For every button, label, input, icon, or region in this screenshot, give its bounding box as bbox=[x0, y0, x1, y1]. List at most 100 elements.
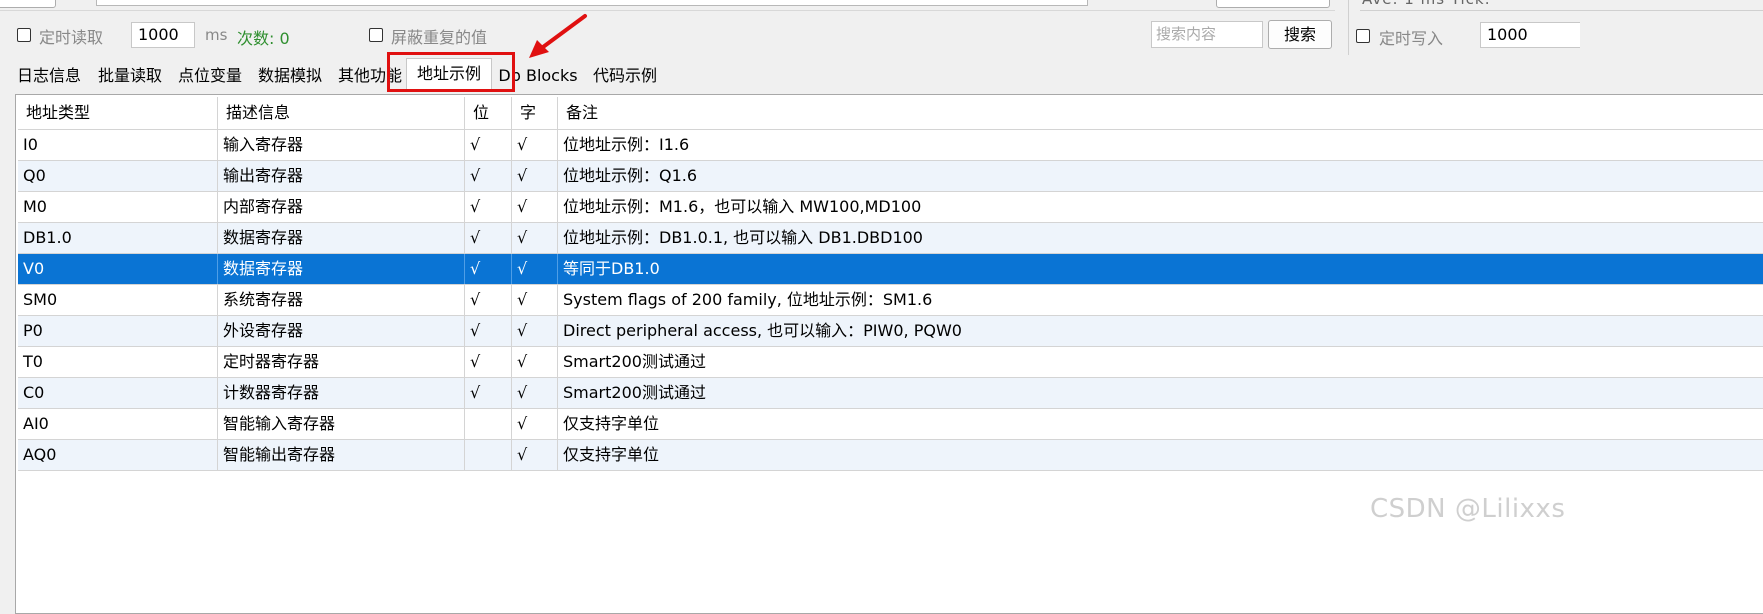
stats-readout: Ave: 1 ms Tick: bbox=[1362, 0, 1491, 8]
cell-note: 等同于DB1.0 bbox=[563, 259, 660, 278]
cell-desc: 系统寄存器 bbox=[218, 285, 465, 315]
tab-log[interactable]: 日志信息 bbox=[10, 62, 88, 92]
table-row[interactable]: AQ0 智能输出寄存器 √ 仅支持字单位 bbox=[18, 440, 1763, 471]
table-row[interactable]: T0 定时器寄存器 √ √ Smart200测试通过 bbox=[18, 347, 1763, 378]
cell-bit: √ bbox=[465, 161, 512, 191]
timed-write-checkbox[interactable] bbox=[1356, 29, 1370, 43]
cell-type: SM0 bbox=[18, 285, 218, 315]
cell-desc: 输出寄存器 bbox=[218, 161, 465, 191]
cell-word: √ bbox=[512, 409, 558, 439]
table-row[interactable]: P0 外设寄存器 √ √ Direct peripheral access, 也… bbox=[18, 316, 1763, 347]
cell-type: Q0 bbox=[18, 161, 218, 191]
cell-desc: 智能输入寄存器 bbox=[218, 409, 465, 439]
divider bbox=[1348, 0, 1349, 55]
tab-points[interactable]: 点位变量 bbox=[174, 62, 246, 92]
cell-bit bbox=[465, 409, 512, 439]
table-row[interactable]: M0 内部寄存器 √ √ 位地址示例：M1.6，也可以输入 MW100,MD10… bbox=[18, 192, 1763, 223]
cell-type: DB1.0 bbox=[18, 223, 218, 253]
cell-word: √ bbox=[512, 440, 558, 470]
table-row-selected[interactable]: V0 数据寄存器 √ √ 等同于DB1.0 bbox=[18, 254, 1763, 285]
cell-desc: 智能输出寄存器 bbox=[218, 440, 465, 470]
cell-desc: 计数器寄存器 bbox=[218, 378, 465, 408]
cell-note: Smart200测试通过 bbox=[563, 383, 706, 402]
cell-bit: √ bbox=[465, 316, 512, 346]
cell-bit: √ bbox=[465, 347, 512, 377]
cell-desc: 外设寄存器 bbox=[218, 316, 465, 346]
cell-word: √ bbox=[512, 192, 558, 222]
table-row[interactable]: DB1.0 数据寄存器 √ √ 位地址示例：DB1.0.1, 也可以输入 DB1… bbox=[18, 223, 1763, 254]
cell-bit: √ bbox=[465, 192, 512, 222]
cell-type: AQ0 bbox=[18, 440, 218, 470]
cell-type: I0 bbox=[18, 130, 218, 160]
table-header: 地址类型 描述信息 位 字 备注 bbox=[18, 97, 1763, 130]
top-address-input[interactable] bbox=[96, 0, 1088, 6]
cell-note: System flags of 200 family, 位地址示例：SM1.6 bbox=[563, 290, 933, 309]
write-interval-input[interactable]: 1000 bbox=[1480, 22, 1580, 48]
highlight-box bbox=[387, 52, 515, 92]
cell-type: P0 bbox=[18, 316, 218, 346]
table-row[interactable]: SM0 系统寄存器 √ √ System flags of 200 family… bbox=[18, 285, 1763, 316]
table-row[interactable]: AI0 智能输入寄存器 √ 仅支持字单位 bbox=[18, 409, 1763, 440]
red-arrow-icon bbox=[529, 14, 587, 58]
timed-read-checkbox[interactable] bbox=[17, 28, 31, 42]
cell-word: √ bbox=[512, 285, 558, 315]
cell-word: √ bbox=[512, 316, 558, 346]
cell-note: Smart200测试通过 bbox=[563, 352, 706, 371]
col-header-bit[interactable]: 位 bbox=[465, 97, 512, 129]
cell-word: √ bbox=[512, 130, 558, 160]
cell-bit: √ bbox=[465, 223, 512, 253]
table-row[interactable]: I0 输入寄存器 √ √ 位地址示例：I1.6 bbox=[18, 130, 1763, 161]
cell-desc: 数据寄存器 bbox=[218, 254, 465, 284]
cell-bit bbox=[465, 440, 512, 470]
col-header-note[interactable]: 备注 bbox=[558, 97, 1763, 129]
cell-word: √ bbox=[512, 254, 558, 284]
top-right-button[interactable] bbox=[1216, 0, 1330, 8]
cell-word: √ bbox=[512, 223, 558, 253]
divider bbox=[0, 10, 1335, 11]
mask-duplicates-label: 屏蔽重复的值 bbox=[391, 28, 488, 47]
table-row[interactable]: C0 计数器寄存器 √ √ Smart200测试通过 bbox=[18, 378, 1763, 409]
watermark: CSDN @Lilixxs bbox=[1370, 494, 1566, 524]
cell-bit: √ bbox=[465, 130, 512, 160]
timed-write-label: 定时写入 bbox=[1379, 29, 1444, 48]
search-button[interactable]: 搜索 bbox=[1268, 20, 1332, 49]
cell-desc: 输入寄存器 bbox=[218, 130, 465, 160]
tab-batch-read[interactable]: 批量读取 bbox=[94, 62, 166, 92]
tab-code-examples[interactable]: 代码示例 bbox=[590, 62, 660, 92]
ms-label: ms bbox=[205, 26, 228, 44]
cell-word: √ bbox=[512, 161, 558, 191]
mask-duplicates-checkbox[interactable] bbox=[369, 28, 383, 42]
search-input[interactable]: 搜索内容 bbox=[1151, 21, 1263, 48]
interval-input[interactable]: 1000 bbox=[131, 22, 195, 48]
cell-bit: √ bbox=[465, 254, 512, 284]
cell-type: C0 bbox=[18, 378, 218, 408]
table-row[interactable]: Q0 输出寄存器 √ √ 位地址示例：Q1.6 bbox=[18, 161, 1763, 192]
top-left-button[interactable] bbox=[0, 0, 56, 8]
cell-type: M0 bbox=[18, 192, 218, 222]
cell-bit: √ bbox=[465, 285, 512, 315]
cell-note: 位地址示例：DB1.0.1, 也可以输入 DB1.DBD100 bbox=[563, 228, 923, 247]
cell-desc: 数据寄存器 bbox=[218, 223, 465, 253]
tab-data-sim[interactable]: 数据模拟 bbox=[254, 62, 326, 92]
top-strip: Ave: 1 ms Tick: bbox=[0, 0, 1763, 10]
read-count: 次数: 0 bbox=[237, 29, 290, 48]
timed-read-label: 定时读取 bbox=[39, 28, 104, 47]
cell-note: 位地址示例：I1.6 bbox=[563, 135, 690, 154]
cell-note: 位地址示例：M1.6，也可以输入 MW100,MD100 bbox=[563, 197, 922, 216]
cell-note: 位地址示例：Q1.6 bbox=[563, 166, 698, 185]
cell-word: √ bbox=[512, 347, 558, 377]
cell-bit: √ bbox=[465, 378, 512, 408]
cell-note: 仅支持字单位 bbox=[563, 445, 660, 464]
col-header-word[interactable]: 字 bbox=[512, 97, 558, 129]
address-table: 地址类型 描述信息 位 字 备注 I0 输入寄存器 √ √ 位地址示例：I1.6… bbox=[15, 94, 1763, 614]
col-header-type[interactable]: 地址类型 bbox=[18, 97, 218, 129]
divider bbox=[1360, 10, 1763, 11]
cell-type: T0 bbox=[18, 347, 218, 377]
col-header-desc[interactable]: 描述信息 bbox=[218, 97, 465, 129]
cell-note: 仅支持字单位 bbox=[563, 414, 660, 433]
cell-type: V0 bbox=[18, 254, 218, 284]
cell-note: Direct peripheral access, 也可以输入：PIW0, PQ… bbox=[563, 321, 962, 340]
cell-word: √ bbox=[512, 378, 558, 408]
cell-type: AI0 bbox=[18, 409, 218, 439]
cell-desc: 内部寄存器 bbox=[218, 192, 465, 222]
